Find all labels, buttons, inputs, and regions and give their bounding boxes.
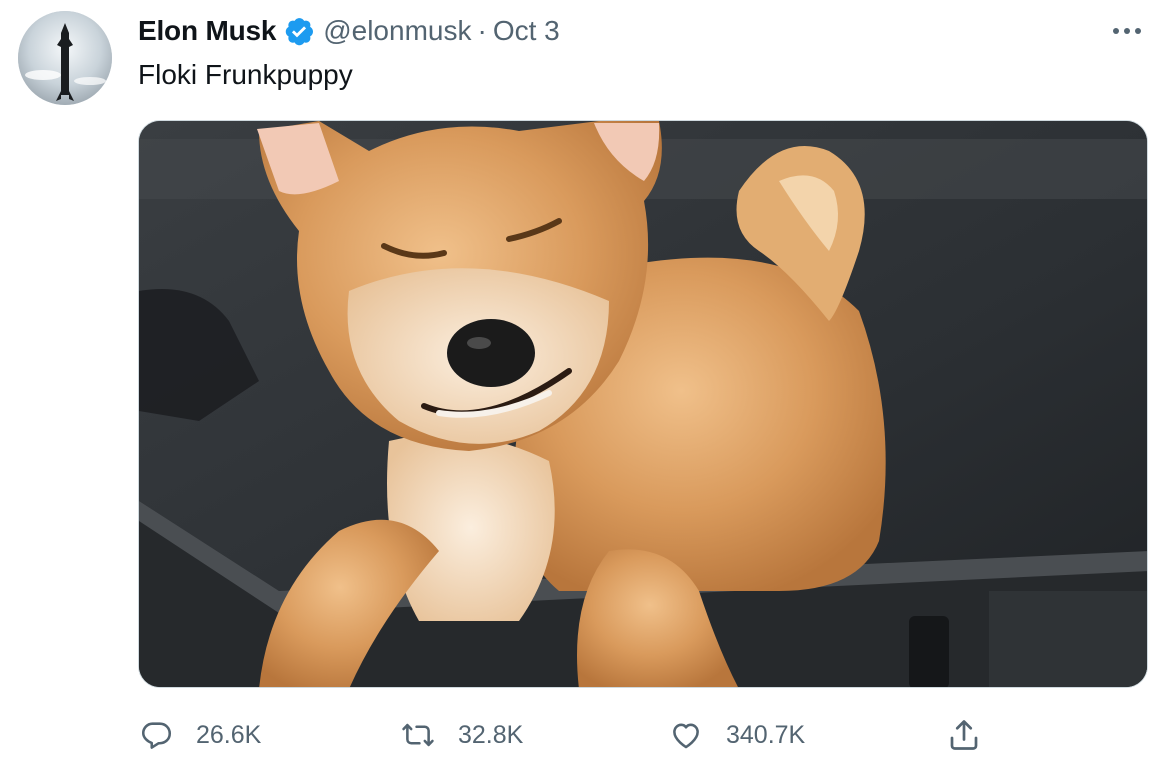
more-button[interactable] [1110, 14, 1144, 48]
author-handle[interactable]: @elonmusk [323, 15, 471, 47]
avatar-image [18, 11, 112, 105]
reply-icon [138, 717, 174, 753]
retweet-count: 32.8K [458, 720, 524, 749]
share-icon [946, 717, 982, 753]
verified-badge-icon [283, 15, 315, 47]
like-count: 340.7K [726, 720, 806, 749]
puppy-photo [139, 121, 1147, 687]
more-icon [1113, 28, 1141, 34]
tweet-header: Elon Musk @elonmusk · Oct 3 [138, 14, 560, 48]
tweet-photo[interactable] [138, 120, 1148, 688]
retweet-button[interactable]: 32.8K [400, 712, 523, 758]
avatar[interactable] [18, 11, 112, 105]
reply-count: 26.6K [196, 720, 262, 749]
like-button[interactable]: 340.7K [668, 712, 805, 758]
heart-icon [668, 717, 704, 753]
share-button[interactable] [946, 712, 982, 758]
tweet-actions: 26.6K 32.8K 340.7K [138, 712, 1148, 758]
separator-dot: · [477, 15, 487, 46]
tweet-text: Floki Frunkpuppy [138, 59, 353, 90]
reply-button[interactable]: 26.6K [138, 712, 261, 758]
author-name[interactable]: Elon Musk [138, 15, 276, 47]
retweet-icon [400, 717, 436, 753]
tweet-date[interactable]: Oct 3 [493, 15, 560, 47]
